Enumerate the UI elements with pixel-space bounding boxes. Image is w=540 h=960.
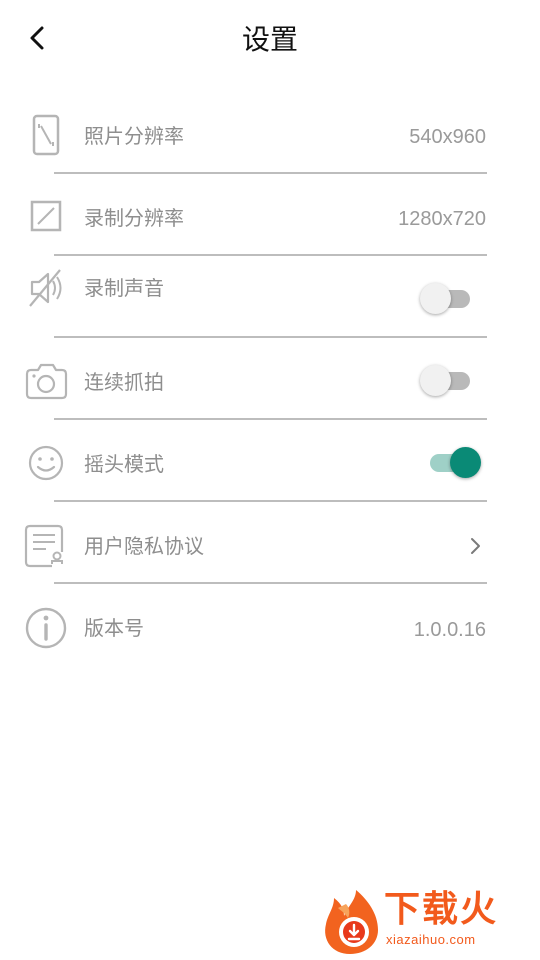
record-audio-toggle[interactable] xyxy=(420,281,472,317)
head-shake-mode-toggle[interactable] xyxy=(420,445,481,481)
setting-label: 照片分辨率 xyxy=(84,124,184,148)
smile-icon xyxy=(28,445,64,481)
setting-label: 版本号 xyxy=(84,616,144,640)
setting-label: 摇头模式 xyxy=(84,452,164,476)
setting-value: 540x960 xyxy=(409,126,486,148)
setting-row-privacy-policy[interactable]: 用户隐私协议 xyxy=(0,502,540,584)
camera-icon xyxy=(25,363,68,400)
setting-row-version: 版本号 1.0.0.16 xyxy=(0,584,540,664)
setting-row-record-audio: 录制声音 xyxy=(0,256,540,338)
flame-logo-icon xyxy=(325,890,378,954)
watermark-url: xiazaihuo.com xyxy=(386,932,476,947)
setting-row-record-resolution[interactable]: 录制分辨率 1280x720 xyxy=(0,174,540,256)
burst-capture-toggle[interactable] xyxy=(420,363,472,399)
setting-row-head-shake-mode: 摇头模式 xyxy=(0,420,540,502)
setting-row-photo-resolution[interactable]: 照片分辨率 540x960 xyxy=(0,92,540,174)
setting-label: 录制分辨率 xyxy=(84,206,184,230)
setting-value: 1280x720 xyxy=(398,208,486,230)
privacy-document-icon xyxy=(24,524,64,568)
info-icon xyxy=(25,607,67,649)
record-resolution-icon xyxy=(30,200,62,232)
toggle-knob xyxy=(420,283,451,314)
photo-resolution-icon xyxy=(32,114,60,156)
setting-label: 连续抓拍 xyxy=(84,370,164,394)
toggle-knob xyxy=(450,447,481,478)
setting-row-burst-capture: 连续抓拍 xyxy=(0,338,540,420)
setting-label: 用户隐私协议 xyxy=(84,534,204,558)
watermark-logo: 下载火 xiazaihuo.com xyxy=(320,888,536,956)
watermark-name: 下载火 xyxy=(384,889,499,930)
chevron-right-icon[interactable] xyxy=(466,534,486,558)
setting-value: 1.0.0.16 xyxy=(413,619,486,641)
header-bar: 设置 xyxy=(0,0,540,80)
setting-label: 录制声音 xyxy=(84,276,164,300)
mute-speaker-icon xyxy=(29,269,62,307)
toggle-knob xyxy=(420,365,451,396)
page-title: 设置 xyxy=(241,23,298,56)
